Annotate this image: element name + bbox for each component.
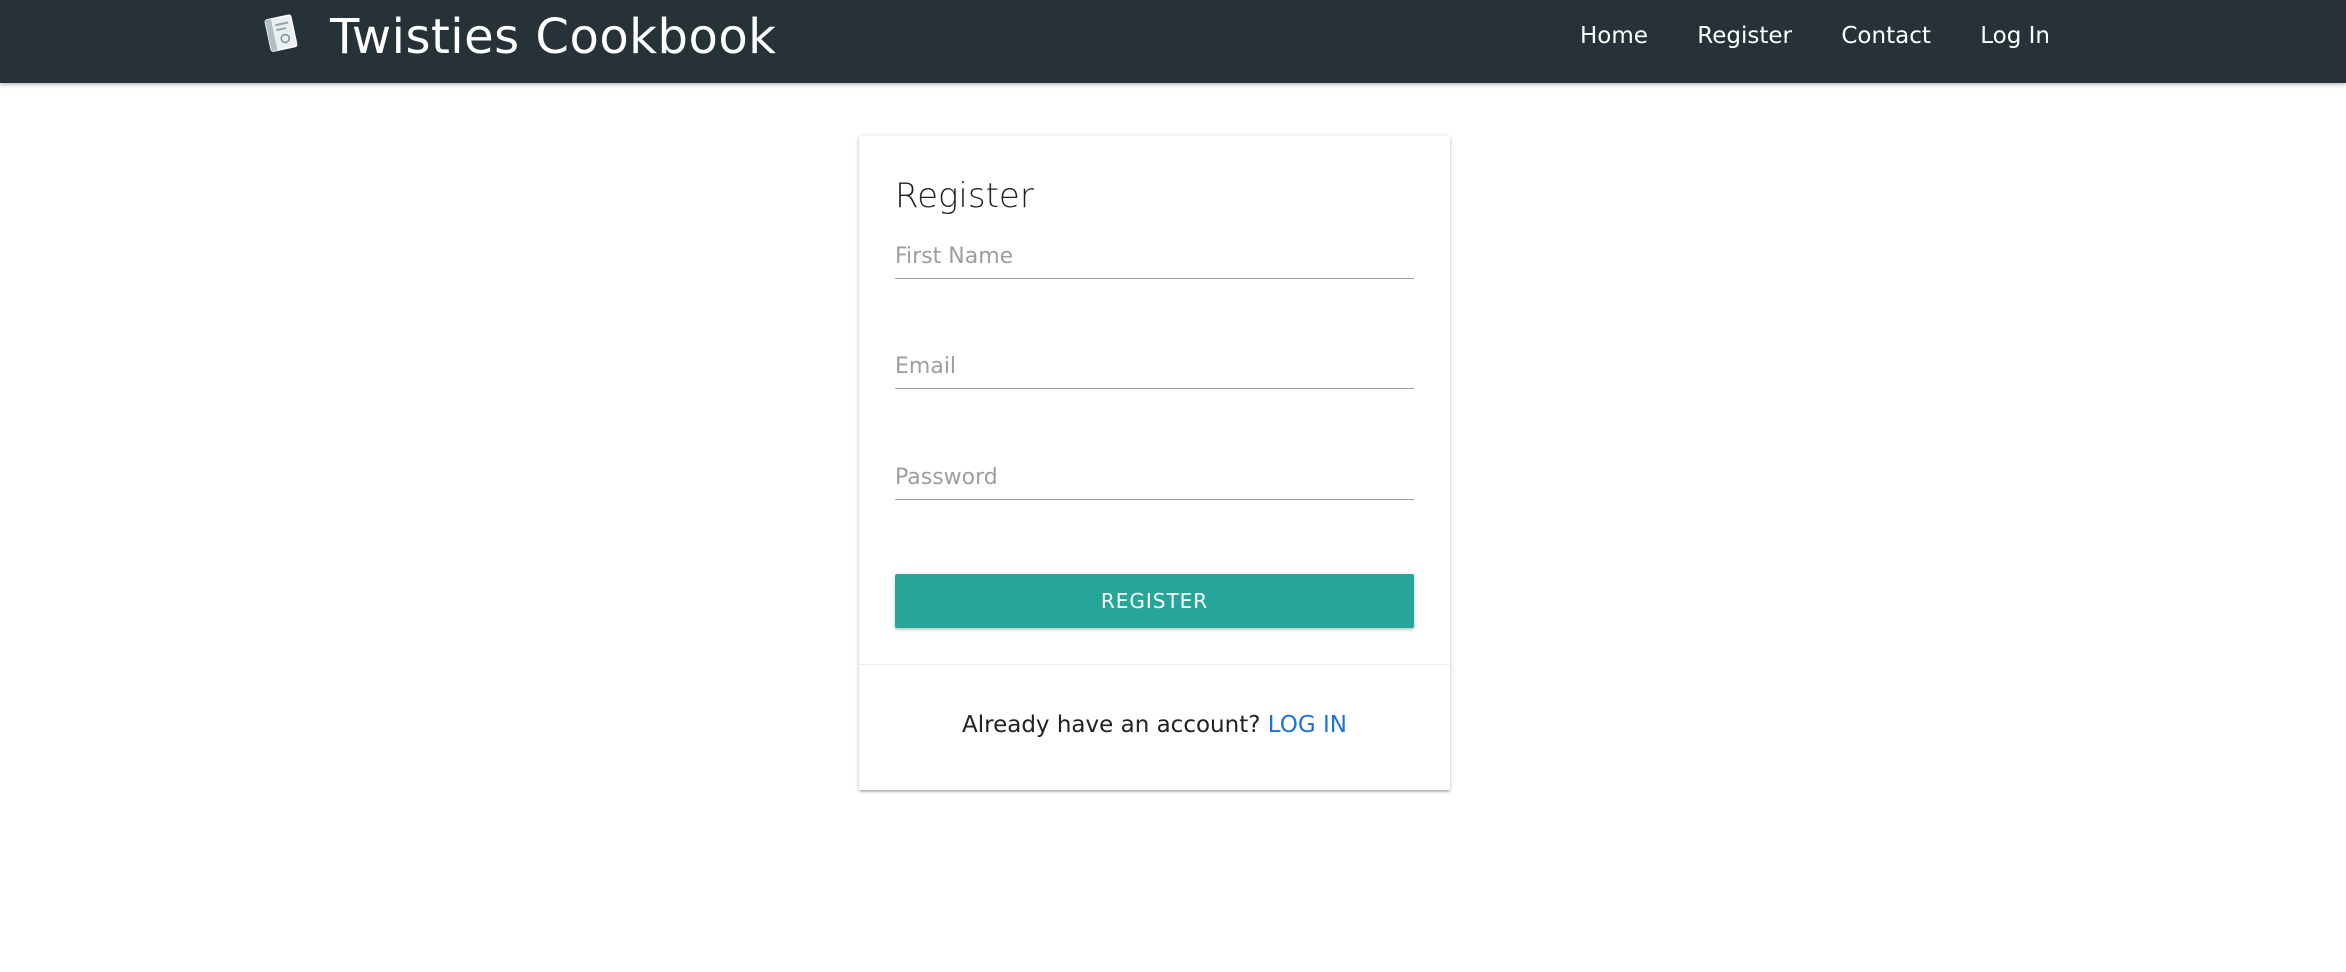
cookbook-icon	[264, 14, 298, 52]
email-field[interactable]	[895, 344, 1414, 389]
nav-register[interactable]: Register	[1697, 23, 1792, 49]
card-divider	[859, 664, 1450, 665]
nav-log-in[interactable]: Log In	[1980, 23, 2050, 49]
account-prompt: Already have an account?	[962, 712, 1268, 738]
register-card: Register REGISTER Already have an accoun…	[859, 136, 1450, 790]
first-name-field[interactable]	[895, 234, 1414, 279]
brand-link[interactable]: Twisties Cookbook	[262, 0, 776, 74]
main-nav: Home Register Contact Log In	[1580, 0, 2050, 72]
card-footer: Already have an account? LOG IN	[859, 712, 1450, 738]
register-button[interactable]: REGISTER	[895, 574, 1414, 628]
nav-contact[interactable]: Contact	[1841, 23, 1930, 49]
nav-home[interactable]: Home	[1580, 23, 1648, 49]
form-title: Register	[895, 176, 1034, 216]
password-field[interactable]	[895, 455, 1414, 500]
top-navbar: Twisties Cookbook Home Register Contact …	[0, 0, 2346, 83]
brand-title: Twisties Cookbook	[330, 9, 777, 65]
login-link[interactable]: LOG IN	[1268, 712, 1347, 738]
